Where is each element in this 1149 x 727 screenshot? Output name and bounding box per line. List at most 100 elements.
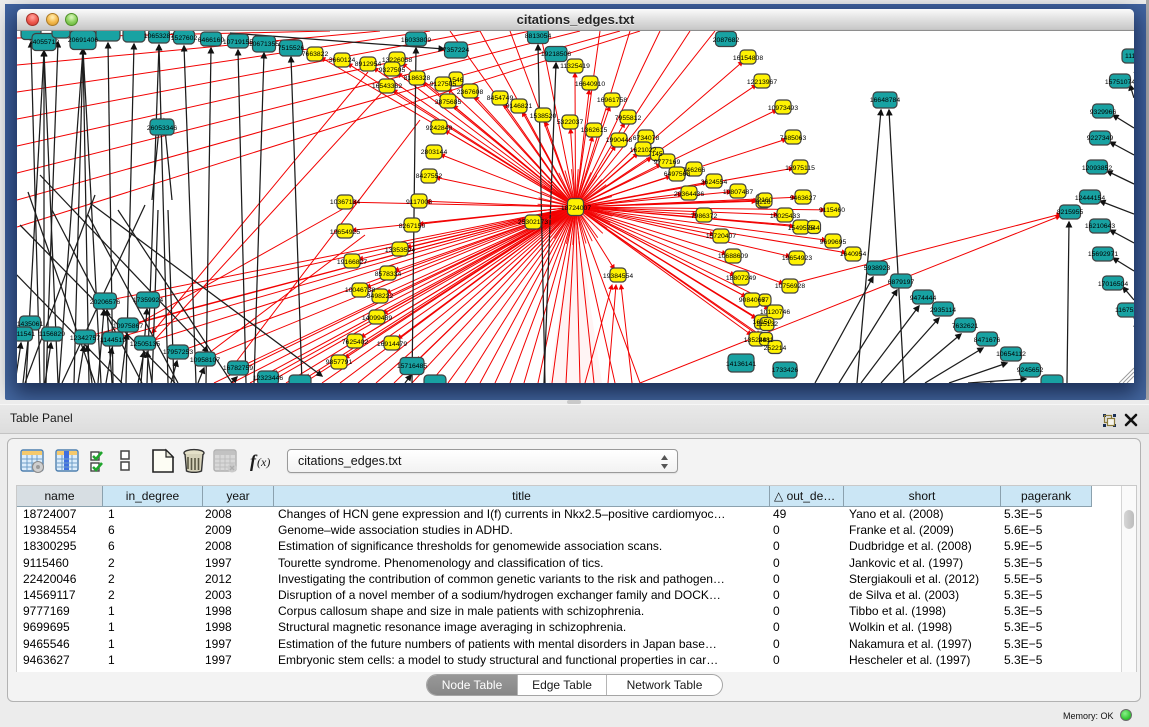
svg-text:8471676: 8471676 [974, 337, 1001, 344]
svg-text:15716485: 15716485 [397, 363, 427, 370]
svg-text:10958107: 10958107 [190, 357, 220, 364]
svg-text:19218506: 19218506 [541, 51, 571, 58]
svg-text:1990448: 1990448 [606, 137, 633, 144]
svg-text:1362615: 1362615 [581, 127, 608, 134]
svg-text:19384554: 19384554 [603, 273, 633, 280]
svg-text:15720407: 15720407 [706, 233, 736, 240]
svg-text:9146821: 9146821 [506, 103, 533, 110]
svg-text:7632621: 7632621 [952, 323, 979, 330]
svg-text:18724007: 18724007 [561, 205, 591, 212]
svg-text:115132: 115132 [756, 321, 778, 328]
svg-text:3875685: 3875685 [435, 99, 462, 106]
svg-text:16640910: 16640910 [575, 81, 605, 88]
svg-text:3498222: 3498222 [367, 293, 394, 300]
svg-text:10973493: 10973493 [768, 105, 798, 112]
svg-text:16914479: 16914479 [377, 341, 407, 348]
svg-text:10975867: 10975867 [113, 323, 143, 330]
svg-text:10654112: 10654112 [996, 351, 1026, 358]
svg-text:2367608: 2367608 [457, 89, 484, 96]
svg-text:11325419: 11325419 [560, 63, 590, 70]
svg-text:8454749: 8454749 [487, 95, 514, 102]
svg-text:9115460: 9115460 [819, 207, 845, 214]
svg-text:12213967: 12213967 [747, 79, 777, 86]
svg-text:9463627: 9463627 [790, 195, 817, 202]
svg-text:1640954: 1640954 [840, 251, 867, 258]
svg-text:10807487: 10807487 [723, 189, 753, 196]
svg-text:67: 67 [761, 297, 769, 304]
svg-text:10653287: 10653287 [144, 33, 174, 40]
svg-text:145: 145 [651, 151, 663, 158]
svg-text:16961758: 16961758 [597, 97, 627, 104]
svg-text:5938923: 5938923 [864, 265, 891, 272]
svg-text:8215955: 8215955 [1057, 209, 1084, 216]
svg-text:1144519: 1144519 [100, 337, 126, 344]
svg-text:1156829: 1156829 [39, 331, 65, 338]
svg-text:25302173: 25302173 [518, 219, 548, 226]
svg-text:7515526: 7515526 [278, 45, 305, 52]
svg-text:9699695: 9699695 [820, 239, 847, 246]
svg-text:12093852: 12093852 [1082, 165, 1112, 172]
svg-text:16648784: 16648784 [870, 97, 900, 104]
svg-text:14055712: 14055712 [29, 39, 59, 46]
svg-text:8186328: 8186328 [404, 75, 431, 82]
svg-text:3911541: 3911541 [17, 331, 35, 338]
svg-text:7485063: 7485063 [780, 135, 807, 142]
svg-text:6734078: 6734078 [633, 135, 660, 142]
svg-text:2160: 2160 [757, 197, 772, 204]
svg-text:10688609: 10688609 [718, 253, 748, 260]
svg-text:1167534: 1167534 [1115, 307, 1134, 314]
svg-text:3660124: 3660124 [329, 57, 356, 64]
svg-text:1538520: 1538520 [530, 113, 557, 120]
svg-text:9329966: 9329966 [1090, 109, 1117, 116]
svg-text:1117: 1117 [1125, 53, 1134, 60]
svg-text:13353594: 13353594 [385, 247, 415, 254]
svg-text:16154808: 16154808 [733, 55, 763, 62]
svg-text:14136141: 14136141 [726, 361, 756, 368]
svg-text:15751074: 15751074 [1105, 79, 1134, 86]
svg-text:17016504: 17016504 [1098, 281, 1128, 288]
svg-text:9777169: 9777169 [654, 159, 681, 166]
svg-text:9127505: 9127505 [430, 81, 457, 88]
svg-text:9227349: 9227349 [1087, 135, 1114, 142]
svg-text:2087682: 2087682 [713, 37, 740, 44]
svg-text:252214: 252214 [764, 345, 787, 352]
svg-text:7625402: 7625402 [342, 339, 369, 346]
svg-text:7663822: 7663822 [302, 51, 329, 58]
svg-text:2481: 2481 [758, 337, 773, 344]
svg-text:2803144: 2803144 [421, 149, 448, 156]
svg-text:9857791: 9857791 [326, 359, 353, 366]
svg-text:16210643: 16210643 [1085, 223, 1115, 230]
svg-text:7357224: 7357224 [443, 47, 470, 54]
svg-text:8578334: 8578334 [375, 271, 402, 278]
svg-text:10025433: 10025433 [770, 213, 800, 220]
svg-text:8813054: 8813054 [525, 33, 552, 40]
svg-text:1435061: 1435061 [17, 321, 43, 328]
svg-text:7955812: 7955812 [615, 115, 642, 122]
svg-text:10120746: 10120746 [760, 309, 790, 316]
svg-text:16543362: 16543362 [372, 83, 402, 90]
svg-text:10367134: 10367134 [330, 199, 360, 206]
svg-text:17359924: 17359924 [133, 297, 163, 304]
svg-text:3624554: 3624554 [701, 179, 728, 186]
svg-text:1733426: 1733426 [772, 367, 799, 374]
svg-text:8912954: 8912954 [355, 61, 382, 68]
svg-text:12505135: 12505135 [130, 341, 160, 348]
svg-text:12444154: 12444154 [1075, 195, 1105, 202]
svg-text:2935114: 2935114 [930, 307, 956, 314]
svg-text:13226058: 13226058 [382, 57, 412, 64]
svg-text:9327505: 9327505 [379, 67, 406, 74]
svg-text:844: 844 [808, 225, 820, 232]
svg-text:15692971: 15692971 [1088, 251, 1118, 258]
svg-text:9245652: 9245652 [1017, 367, 1044, 374]
svg-text:1527602: 1527602 [171, 35, 198, 42]
svg-text:9242848: 9242848 [426, 125, 453, 132]
svg-text:16033809: 16033809 [401, 37, 431, 44]
svg-text:18807249: 18807249 [726, 275, 756, 282]
svg-text:20206576: 20206576 [90, 299, 120, 306]
svg-text:19166827: 19166827 [337, 259, 367, 266]
svg-text:26053346: 26053346 [147, 125, 177, 132]
svg-text:19654923: 19654923 [782, 255, 812, 262]
svg-text:7986372: 7986372 [691, 213, 718, 220]
svg-text:19654925: 19654925 [330, 229, 360, 236]
svg-text:14099489: 14099489 [362, 315, 392, 322]
